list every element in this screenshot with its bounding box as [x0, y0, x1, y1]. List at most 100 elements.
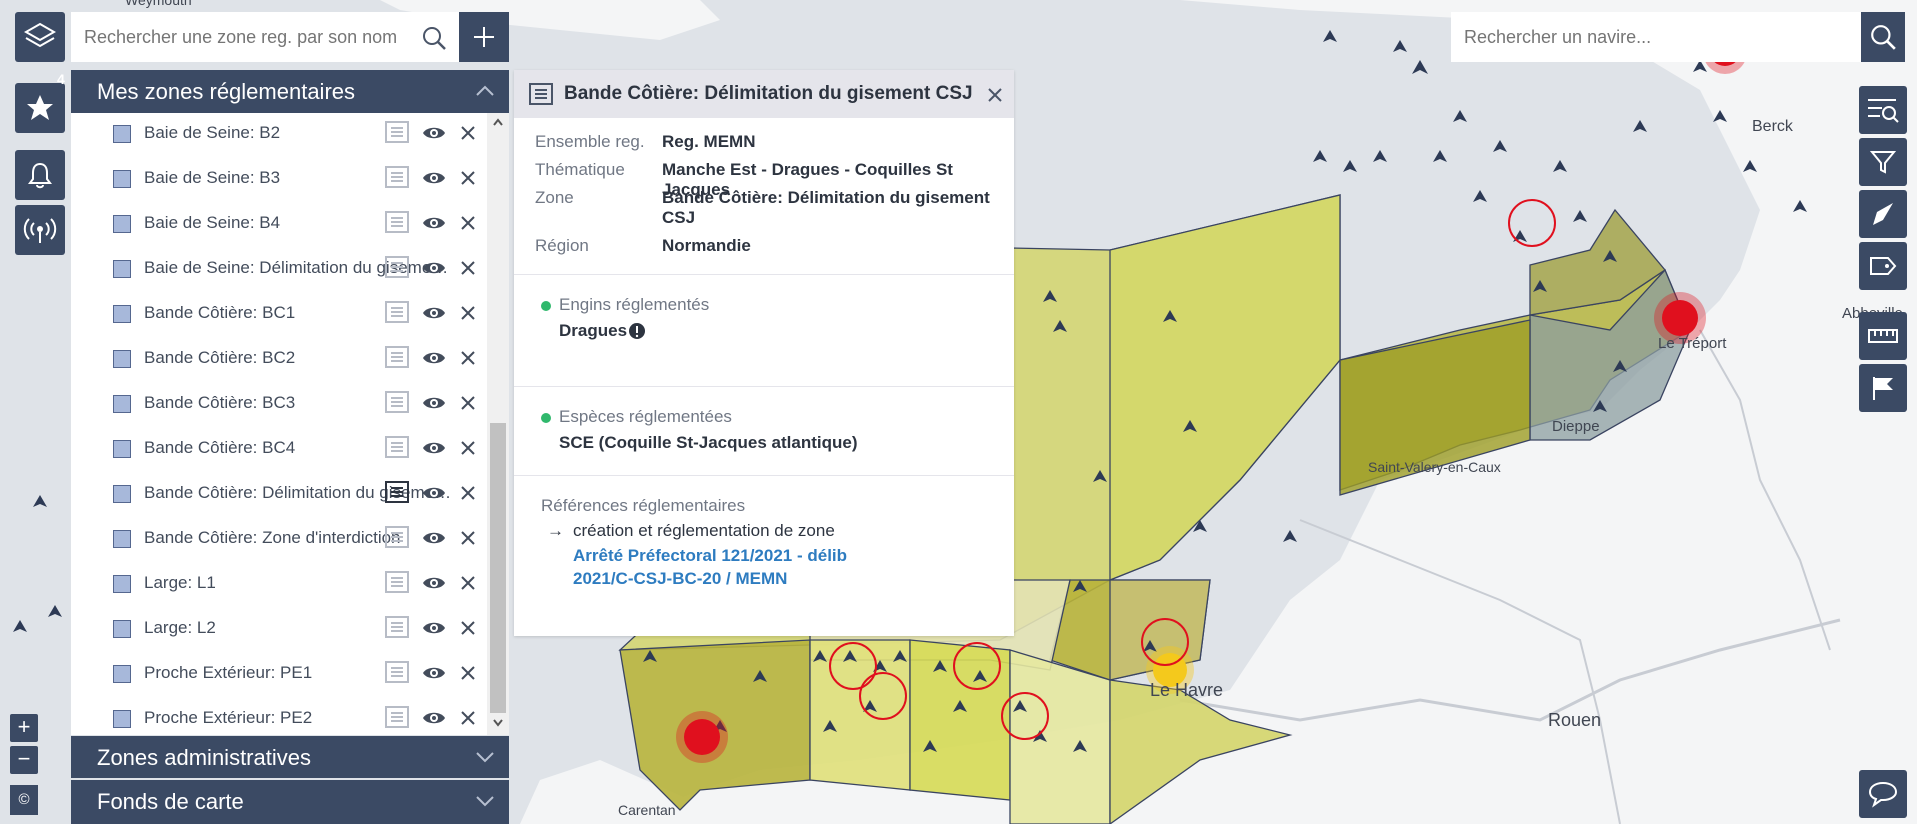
search-icon[interactable] [421, 25, 447, 51]
document-icon[interactable] [385, 391, 409, 413]
eye-icon[interactable] [422, 530, 446, 546]
layers-button[interactable] [15, 12, 65, 62]
document-icon[interactable] [385, 436, 409, 458]
eye-icon[interactable] [422, 215, 446, 231]
zone-list-item[interactable]: Bande Côtière: BC4 [71, 428, 488, 473]
divider [514, 386, 1014, 387]
interest-point-button[interactable] [1859, 364, 1907, 412]
eye-icon[interactable] [422, 125, 446, 141]
zone-checkbox[interactable] [113, 170, 131, 188]
zone-checkbox[interactable] [113, 665, 131, 683]
document-icon[interactable] [385, 211, 409, 233]
eye-icon[interactable] [422, 395, 446, 411]
admin-zones-header[interactable]: Zones administratives [71, 736, 509, 778]
eye-icon[interactable] [422, 440, 446, 456]
measure-button[interactable] [1859, 312, 1907, 360]
zone-checkbox[interactable] [113, 395, 131, 413]
close-icon[interactable] [461, 711, 475, 725]
close-icon[interactable] [461, 216, 475, 230]
zone-checkbox[interactable] [113, 305, 131, 323]
zone-checkbox[interactable] [113, 350, 131, 368]
document-icon[interactable] [385, 346, 409, 368]
document-icon[interactable] [385, 706, 409, 728]
close-icon[interactable] [461, 441, 475, 455]
favorites-button[interactable] [15, 83, 65, 133]
regulation-link[interactable]: Arrêté Préfectoral 121/2021 - délib 2021… [573, 544, 903, 590]
zone-list-item[interactable]: Bande Côtière: Zone d'interdiction [71, 518, 488, 563]
document-icon[interactable] [385, 526, 409, 548]
document-icon[interactable] [385, 616, 409, 638]
zone-list-item[interactable]: Baie de Seine: B2 [71, 113, 488, 158]
eye-icon[interactable] [422, 665, 446, 681]
document-icon[interactable] [385, 571, 409, 593]
eye-icon[interactable] [422, 710, 446, 726]
close-icon[interactable] [461, 306, 475, 320]
zone-list-item[interactable]: Large: L1 [71, 563, 488, 608]
close-icon[interactable] [461, 576, 475, 590]
close-icon[interactable] [461, 261, 475, 275]
zone-checkbox[interactable] [113, 485, 131, 503]
eye-icon[interactable] [422, 620, 446, 636]
document-icon[interactable] [385, 301, 409, 323]
add-zone-button[interactable] [459, 12, 509, 62]
eye-icon[interactable] [422, 170, 446, 186]
zone-checkbox[interactable] [113, 440, 131, 458]
zone-list-item[interactable]: Bande Côtière: Délimitation du gisement … [71, 473, 488, 518]
close-icon[interactable] [461, 171, 475, 185]
eye-icon[interactable] [422, 305, 446, 321]
close-icon[interactable] [987, 87, 1003, 103]
zone-checkbox[interactable] [113, 530, 131, 548]
document-icon[interactable] [385, 256, 409, 278]
zone-list-item[interactable]: Bande Côtière: BC3 [71, 383, 488, 428]
close-icon[interactable] [461, 486, 475, 500]
zone-search-input[interactable] [71, 12, 414, 62]
alerts-button[interactable] [15, 150, 65, 200]
zone-list-item[interactable]: Baie de Seine: Délimitation du gisement … [71, 248, 488, 293]
beacon-button[interactable] [15, 205, 65, 255]
ship-search-button[interactable] [1861, 12, 1905, 62]
scroll-down-icon[interactable] [493, 719, 503, 727]
document-icon[interactable] [385, 481, 409, 503]
info-icon[interactable] [628, 322, 646, 340]
basemap-header[interactable]: Fonds de carte [71, 780, 509, 824]
zone-checkbox[interactable] [113, 260, 131, 278]
document-icon[interactable] [385, 661, 409, 683]
zoom-in-button[interactable]: + [10, 714, 38, 742]
close-icon[interactable] [461, 531, 475, 545]
close-icon[interactable] [461, 351, 475, 365]
eye-icon[interactable] [422, 575, 446, 591]
zone-checkbox[interactable] [113, 125, 131, 143]
close-icon[interactable] [461, 621, 475, 635]
zone-checkbox[interactable] [113, 215, 131, 233]
zone-list-item[interactable]: Baie de Seine: B3 [71, 158, 488, 203]
attribution-button[interactable]: © [10, 785, 38, 815]
zone-list-scrollbar[interactable] [487, 113, 509, 735]
close-icon[interactable] [461, 396, 475, 410]
zone-list-item[interactable]: Large: L2 [71, 608, 488, 653]
document-icon[interactable] [385, 166, 409, 188]
chat-button[interactable] [1859, 770, 1907, 818]
eye-icon[interactable] [422, 485, 446, 501]
tags-button[interactable] [1859, 242, 1907, 290]
zone-list-item[interactable]: Proche Extérieur: PE1 [71, 653, 488, 698]
vessel-visibility-button[interactable] [1859, 190, 1907, 238]
zoom-out-button[interactable]: − [10, 746, 38, 774]
zone-list-item[interactable]: Proche Extérieur: PE2 [71, 698, 488, 735]
my-zones-header[interactable]: Mes zones réglementaires [71, 70, 509, 113]
eye-icon[interactable] [422, 260, 446, 276]
vessel-list-button[interactable] [1859, 86, 1907, 134]
zone-list-item[interactable]: Baie de Seine: B4 [71, 203, 488, 248]
zone-checkbox[interactable] [113, 710, 131, 728]
ship-search-input[interactable] [1451, 12, 1854, 62]
eye-icon[interactable] [422, 350, 446, 366]
zone-checkbox[interactable] [113, 575, 131, 593]
zone-checkbox[interactable] [113, 620, 131, 638]
document-icon[interactable] [385, 121, 409, 143]
zone-list-item[interactable]: Bande Côtière: BC1 [71, 293, 488, 338]
close-icon[interactable] [461, 666, 475, 680]
scrollbar-thumb[interactable] [490, 423, 506, 713]
filter-button[interactable] [1859, 138, 1907, 186]
close-icon[interactable] [461, 126, 475, 140]
scroll-up-icon[interactable] [493, 118, 503, 126]
zone-list-item[interactable]: Bande Côtière: BC2 [71, 338, 488, 383]
